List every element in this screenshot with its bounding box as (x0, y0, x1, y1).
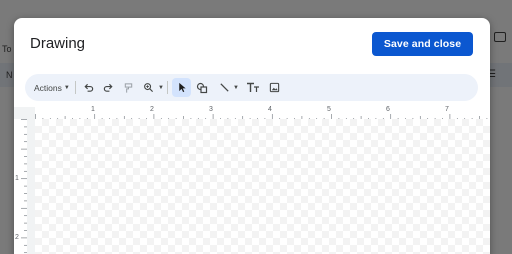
toolbar-divider (167, 81, 168, 94)
redo-icon[interactable] (99, 79, 117, 96)
ruler-number: 3 (209, 106, 213, 113)
ruler-number: 1 (15, 175, 19, 182)
undo-icon[interactable] (79, 79, 97, 96)
ruler-corner (14, 107, 35, 119)
drawing-toolbar: Actions ▼ ▼ ▼ (25, 74, 478, 101)
save-and-close-button[interactable]: Save and close (372, 32, 473, 56)
ruler-number: 1 (91, 106, 95, 113)
chevron-down-icon: ▼ (63, 84, 70, 91)
dialog-title: Drawing (30, 35, 86, 52)
actions-label: Actions (34, 82, 62, 93)
top-ruler: 1 2 3 4 5 6 7 (35, 106, 490, 120)
shape-icon[interactable] (193, 79, 211, 96)
ruler-number: 2 (150, 106, 154, 113)
ruler-number: 5 (327, 106, 331, 113)
ruler-number: 2 (15, 234, 19, 241)
paint-format-icon[interactable] (119, 79, 137, 96)
ruler-number: 7 (445, 106, 449, 113)
drawing-dialog: Drawing Save and close Actions ▼ ▼ ▼ 1 2… (14, 18, 490, 254)
chevron-down-icon[interactable]: ▼ (233, 85, 239, 91)
ruler-number: 4 (268, 106, 272, 113)
toolbar-divider (75, 81, 76, 94)
chevron-down-icon[interactable]: ▼ (158, 85, 164, 91)
actions-menu[interactable]: Actions ▼ (34, 80, 70, 95)
drawing-canvas[interactable] (35, 119, 490, 254)
select-icon[interactable] (172, 78, 191, 97)
text-box-icon[interactable] (243, 79, 263, 96)
zoom-icon[interactable] (139, 79, 157, 96)
ruler-number: 6 (386, 106, 390, 113)
image-icon[interactable] (265, 79, 283, 96)
left-ruler: 1 2 (14, 119, 27, 254)
canvas-margin (27, 119, 35, 254)
drawing-canvas-area: 1 2 3 4 5 6 7 1 2 (14, 106, 490, 254)
line-icon[interactable] (215, 79, 233, 96)
